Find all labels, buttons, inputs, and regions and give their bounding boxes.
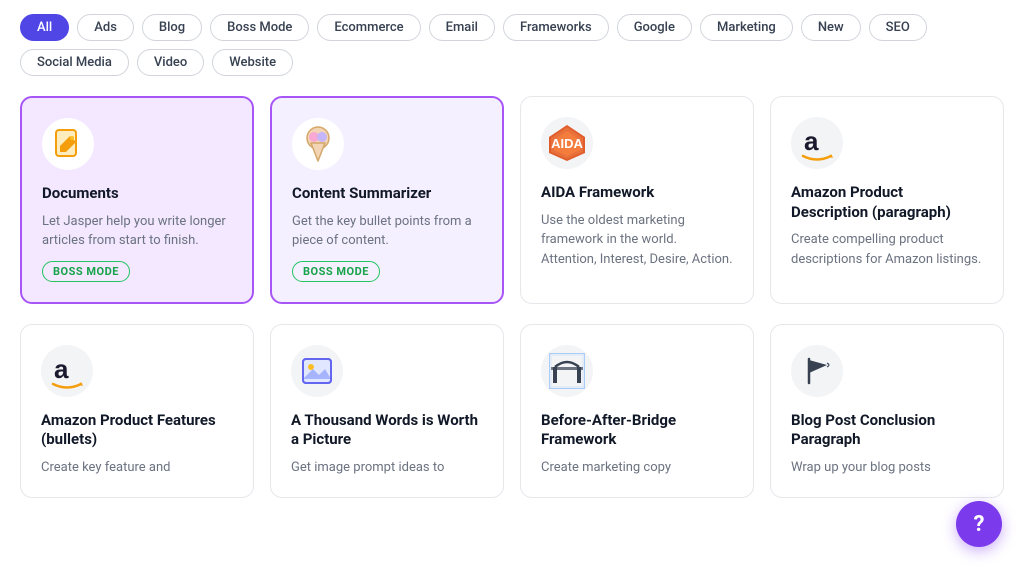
card-icon-blog-post-conclusion <box>791 345 843 397</box>
card-title-blog-post-conclusion: Blog Post Conclusion Paragraph <box>791 411 983 450</box>
filter-chip-marketing[interactable]: Marketing <box>700 14 793 41</box>
card-title-amazon-product-desc: Amazon Product Description (paragraph) <box>791 183 983 222</box>
card-amazon-product-features[interactable]: a Amazon Product Features (bullets) Creat… <box>20 324 254 499</box>
filter-bar: All Ads Blog Boss Mode Ecommerce Email Framewo… <box>0 0 1024 86</box>
filter-chip-website[interactable]: Website <box>212 49 293 76</box>
card-title-content-summarizer: Content Summarizer <box>292 184 482 204</box>
card-icon-aida-framework: AIDA <box>541 117 593 169</box>
filter-chip-blog[interactable]: Blog <box>142 14 202 41</box>
filter-chip-seo[interactable]: SEO <box>869 14 927 41</box>
card-title-documents: Documents <box>42 184 232 204</box>
card-documents[interactable]: Documents Let Jasper help you write longe… <box>20 96 254 304</box>
card-title-aida-framework: AIDA Framework <box>541 183 733 203</box>
card-title-thousand-words: A Thousand Words is Worth a Picture <box>291 411 483 450</box>
card-content-summarizer[interactable]: Content Summarizer Get the key bullet poi… <box>270 96 504 304</box>
card-desc-thousand-words: Get image prompt ideas to <box>291 458 483 478</box>
filter-chip-frameworks[interactable]: Frameworks <box>503 14 609 41</box>
card-icon-before-after-bridge <box>541 345 593 397</box>
filter-chip-video[interactable]: Video <box>137 49 204 76</box>
svg-text:a: a <box>804 126 819 156</box>
card-before-after-bridge[interactable]: Before-After-Bridge Framework Create mark… <box>520 324 754 499</box>
filter-chip-boss-mode[interactable]: Boss Mode <box>210 14 309 41</box>
card-icon-thousand-words <box>291 345 343 397</box>
card-icon-content-summarizer <box>292 118 344 170</box>
svg-text:a: a <box>54 354 69 384</box>
filter-chip-new[interactable]: New <box>801 14 861 41</box>
filter-chip-social-media[interactable]: Social Media <box>20 49 129 76</box>
boss-mode-badge-documents: BOSS MODE <box>42 261 130 282</box>
filter-chip-all[interactable]: All <box>20 14 69 41</box>
card-desc-content-summarizer: Get the key bullet points from a piece o… <box>292 212 482 251</box>
card-desc-before-after-bridge: Create marketing copy <box>541 458 733 478</box>
card-desc-blog-post-conclusion: Wrap up your blog posts <box>791 458 983 478</box>
card-icon-amazon-product-features: a <box>41 345 93 397</box>
card-desc-aida-framework: Use the oldest marketing framework in th… <box>541 211 733 270</box>
boss-mode-badge-content-summarizer: BOSS MODE <box>292 261 380 282</box>
card-desc-amazon-product-desc: Create compelling product descriptions f… <box>791 230 983 269</box>
card-aida-framework[interactable]: AIDA AIDA Framework Use the oldest market… <box>520 96 754 304</box>
filter-chip-email[interactable]: Email <box>429 14 495 41</box>
card-amazon-product-desc[interactable]: a Amazon Product Description (paragraph)… <box>770 96 1004 304</box>
card-title-before-after-bridge: Before-After-Bridge Framework <box>541 411 733 450</box>
filter-chip-ads[interactable]: Ads <box>77 14 134 41</box>
cards-grid-row1: Documents Let Jasper help you write longe… <box>0 86 1024 314</box>
card-desc-amazon-product-features: Create key feature and <box>41 458 233 478</box>
card-desc-documents: Let Jasper help you write longer article… <box>42 212 232 251</box>
help-button[interactable]: ? <box>956 501 1002 547</box>
card-blog-post-conclusion[interactable]: Blog Post Conclusion Paragraph Wrap up yo… <box>770 324 1004 499</box>
cards-grid-row2: a Amazon Product Features (bullets) Creat… <box>0 314 1024 509</box>
svg-text:AIDA: AIDA <box>551 136 583 151</box>
filter-chip-google[interactable]: Google <box>617 14 692 41</box>
filter-chip-ecommerce[interactable]: Ecommerce <box>317 14 420 41</box>
card-icon-documents <box>42 118 94 170</box>
card-icon-amazon-product-desc: a <box>791 117 843 169</box>
card-thousand-words[interactable]: A Thousand Words is Worth a Picture Get i… <box>270 324 504 499</box>
card-title-amazon-product-features: Amazon Product Features (bullets) <box>41 411 233 450</box>
